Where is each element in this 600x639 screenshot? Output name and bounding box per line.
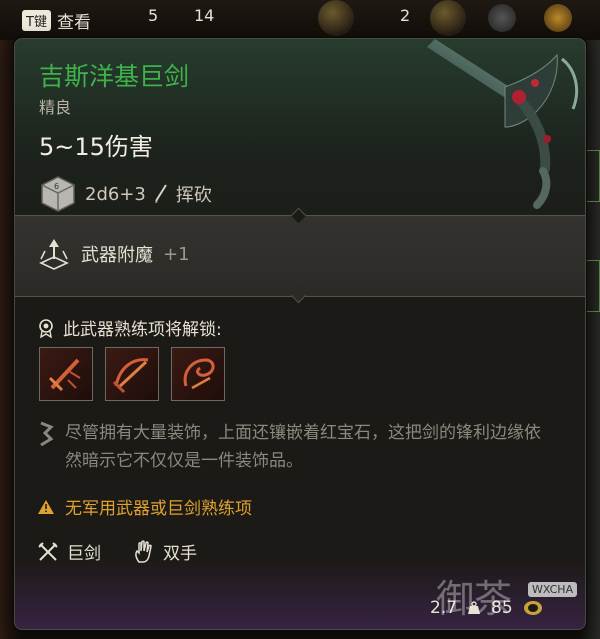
warning-text: 无军用武器或巨剑熟练项: [65, 499, 252, 519]
property-two-handed: 双手: [163, 544, 197, 564]
skill-icon-3[interactable]: [171, 347, 225, 401]
quill-icon: [40, 421, 54, 447]
enchant-value: +1: [163, 243, 190, 265]
item-name: 吉斯洋基巨剑: [39, 62, 190, 91]
inventory-slot[interactable]: [488, 4, 516, 32]
proficiency-unlock-title: 此武器熟练项将解锁:: [37, 315, 222, 340]
item-rarity: 精良: [39, 98, 72, 117]
damage-range: 5~15伤害: [39, 133, 153, 161]
skill-icon-1[interactable]: [39, 347, 93, 401]
property-greatsword: 巨剑: [67, 544, 101, 564]
skill-icon-2[interactable]: [105, 347, 159, 401]
slash-icon: [154, 184, 167, 203]
key-hint[interactable]: T键 查看: [22, 8, 91, 33]
dice-formula: 2d6+3: [85, 183, 146, 205]
enchant-row: 武器附魔 +1: [37, 237, 190, 271]
enchant-label: 武器附魔: [81, 245, 153, 266]
svg-text:6: 6: [54, 182, 59, 191]
inventory-bar: T键 查看 5 14 2: [0, 0, 600, 40]
description-row: 尽管拥有大量装饰，上面还镶嵌着红宝石，这把剑的锋利边缘依然暗示它不仅仅是一件装饰…: [37, 419, 557, 475]
crossed-swords-icon: [38, 541, 58, 561]
damage-dice-row: 6 2d6+3 挥砍: [39, 175, 212, 213]
item-description: 尽管拥有大量装饰，上面还镶嵌着红宝石，这把剑的锋利边缘依然暗示它不仅仅是一件装饰…: [65, 423, 541, 471]
award-icon: [39, 318, 53, 338]
enchant-arrow-icon: [39, 239, 69, 270]
key-badge: T键: [22, 10, 51, 31]
slot-count: 14: [194, 6, 215, 25]
slot-count: 2: [400, 6, 411, 25]
proficiency-warning: 无军用武器或巨剑熟练项: [37, 494, 252, 519]
watermark-badge: WXCHA: [528, 582, 578, 597]
hand-icon: [135, 539, 152, 563]
weapon-properties: 巨剑 双手: [37, 539, 197, 564]
proficiency-skills: [39, 347, 225, 401]
item-tooltip: 吉斯洋基巨剑 精良 5~15伤害 6 2d6+3 挥砍 武器附魔 +1 此武器熟…: [14, 38, 586, 630]
inventory-slot[interactable]: [430, 0, 466, 36]
watermark-text: 御茶: [436, 577, 513, 621]
inventory-slot[interactable]: [544, 4, 572, 32]
die-icon: 6: [41, 176, 75, 212]
inventory-slot[interactable]: [318, 0, 354, 36]
key-hint-label: 查看: [56, 13, 91, 33]
warning-icon: [38, 499, 54, 514]
watermark: 御茶 WXCHA: [436, 568, 586, 628]
slot-count: 5: [148, 6, 159, 25]
greatsword-image: [427, 39, 578, 209]
unlock-title-text: 此武器熟练项将解锁:: [63, 320, 222, 340]
inventory-slot[interactable]: [584, 150, 600, 202]
inventory-slot[interactable]: [584, 260, 600, 312]
damage-type: 挥砍: [175, 185, 212, 206]
